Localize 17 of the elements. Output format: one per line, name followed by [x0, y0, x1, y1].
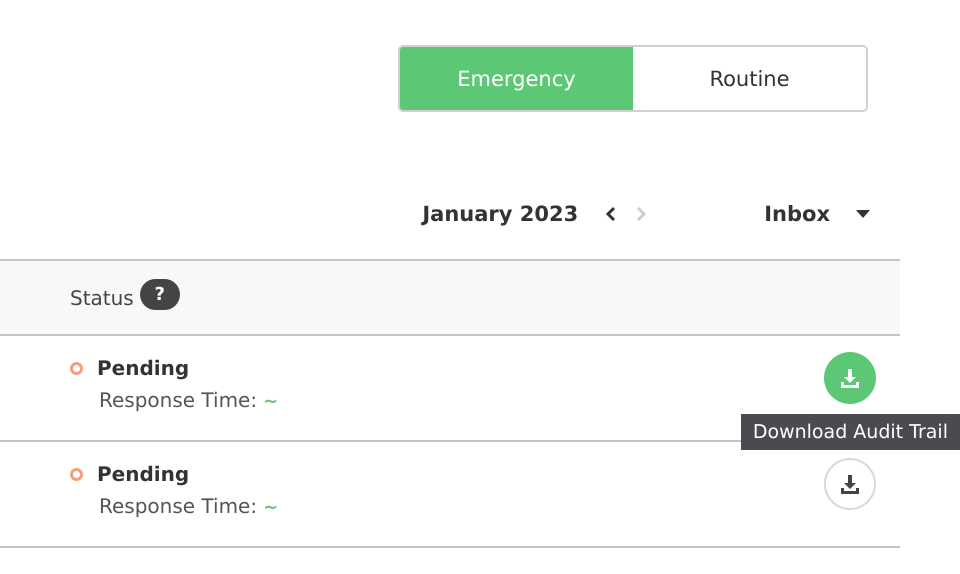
caret-icon [856, 210, 870, 218]
response-time-label: Response Time: [99, 494, 258, 518]
chevron-left-icon [606, 206, 616, 222]
download-icon [839, 473, 861, 495]
chevron-right-icon [636, 206, 646, 222]
download-icon [839, 367, 861, 389]
status-label: Pending [97, 356, 190, 380]
response-time-label: Response Time: [99, 388, 258, 412]
folder-dropdown[interactable]: Inbox [764, 202, 870, 226]
status-label: Pending [97, 462, 190, 486]
download-button[interactable] [824, 458, 876, 510]
response-time-value: ~ [263, 391, 278, 412]
column-header: Status [70, 286, 134, 310]
response-time-value: ~ [263, 497, 278, 518]
help-badge[interactable]: ? [140, 279, 180, 310]
tooltip: Download Audit Trail [740, 414, 960, 450]
month-label: January 2023 [422, 202, 578, 226]
